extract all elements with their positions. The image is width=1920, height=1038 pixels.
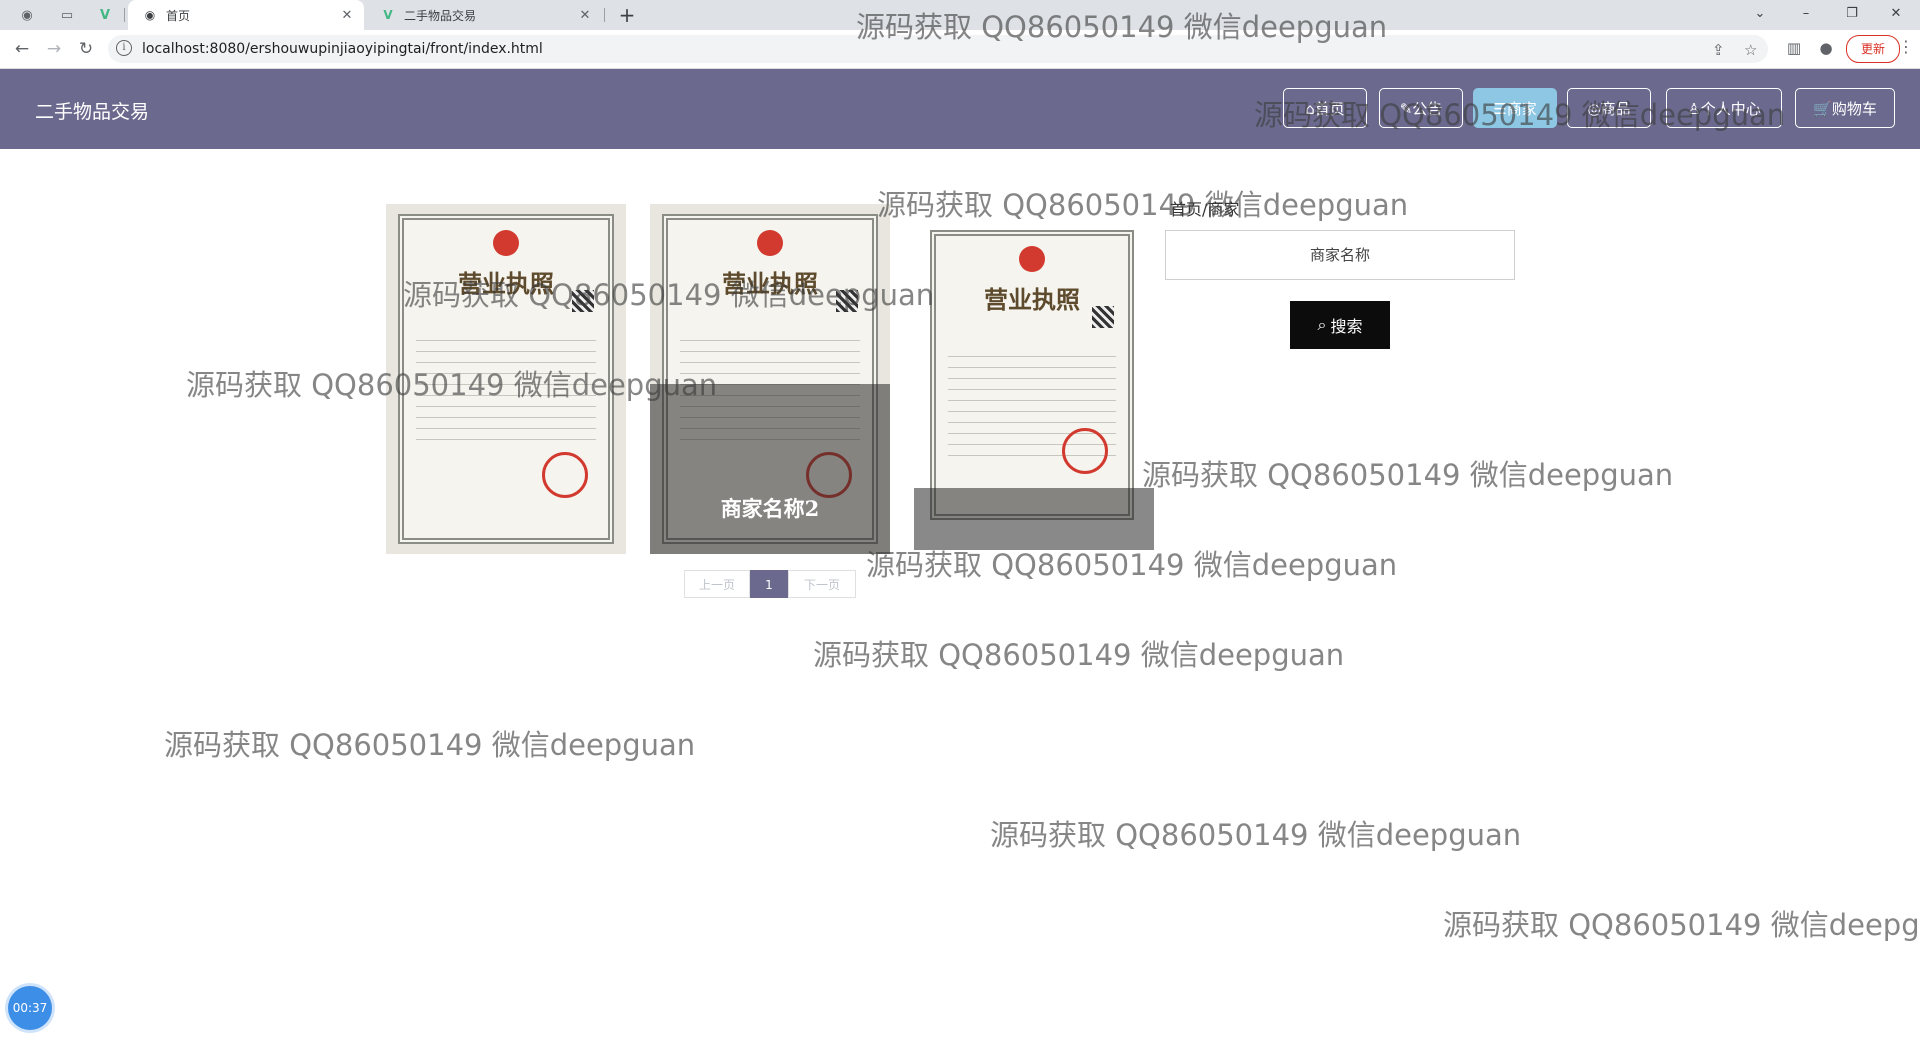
pinned-tab-vue-icon[interactable]: V	[94, 5, 116, 25]
official-seal-icon	[542, 452, 588, 498]
business-license-image: 营业执照	[930, 230, 1134, 520]
page-number-button[interactable]: 1	[750, 570, 788, 598]
nav-personal-center[interactable]: ♙个人中心	[1666, 88, 1782, 128]
merchant-card[interactable]: 营业执照	[914, 210, 1154, 550]
nav-cart-label: 购物车	[1831, 100, 1877, 118]
tab-home[interactable]: ◉ 首页 ✕	[128, 0, 364, 30]
merchant-name-search-input[interactable]	[1165, 230, 1515, 280]
nav-personal-label: 个人中心	[1700, 100, 1761, 118]
more-menu-icon[interactable]: ⋮	[1898, 37, 1914, 56]
national-emblem-icon	[1019, 246, 1045, 272]
tab-home-title: 首页	[166, 8, 191, 23]
national-emblem-icon	[757, 230, 783, 256]
reload-icon[interactable]: ↻	[74, 37, 98, 61]
next-page-button[interactable]: 下一页	[788, 570, 856, 598]
update-button[interactable]: 更新	[1846, 35, 1900, 63]
site-title: 二手物品交易	[35, 101, 150, 123]
nav-merchant-label: 商家	[1506, 100, 1537, 118]
nav-product[interactable]: ◎商品	[1567, 88, 1651, 128]
nav-product-label: 商品	[1600, 100, 1631, 118]
address-url[interactable]: localhost:8080/ershouwupinjiaoyipingtai/…	[142, 41, 543, 57]
site-info-icon[interactable]: i	[116, 40, 132, 56]
breadcrumb: 首页/商家	[1170, 200, 1240, 219]
browser-toolbar: ← → ↻ i localhost:8080/ershouwupinjiaoyi…	[0, 30, 1920, 69]
business-license-image: 营业执照	[398, 214, 614, 544]
minimize-icon[interactable]: –	[1786, 2, 1826, 26]
browser-app-icon[interactable]: ◉	[16, 5, 38, 25]
search-button-label: 搜索	[1330, 317, 1363, 336]
search-button[interactable]: ⌕ 搜索	[1290, 301, 1390, 349]
tab-second-hand-title: 二手物品交易	[404, 8, 477, 23]
bookmark-star-icon[interactable]: ☆	[1744, 41, 1757, 59]
merchant-name: 商家名称2	[720, 495, 820, 521]
watermark: 源码获取 QQ86050149 微信deepguan	[164, 728, 696, 762]
browser-tab-bar: ◉ ▭ V ◉ 首页 ✕ V 二手物品交易 ✕ + ⌄ – ❐ ✕	[0, 0, 1920, 30]
nav-notice[interactable]: ✎公告	[1379, 88, 1463, 128]
address-bar[interactable]: i localhost:8080/ershouwupinjiaoyipingta…	[108, 35, 1768, 63]
watermark: 源码获取 QQ86050149 微信deepguan	[1443, 908, 1920, 942]
recording-timer-badge[interactable]: 00:37	[8, 986, 52, 1030]
nav-home[interactable]: ⌂首页	[1283, 88, 1367, 128]
qr-code-icon	[836, 290, 858, 312]
forward-icon[interactable]: →	[42, 37, 66, 61]
close-icon[interactable]: ✕	[576, 8, 594, 23]
tab-second-hand[interactable]: V 二手物品交易 ✕	[366, 0, 602, 30]
nav-notice-label: 公告	[1412, 100, 1443, 118]
merchant-card[interactable]: 营业执照	[386, 204, 626, 554]
window-close-icon[interactable]: ✕	[1876, 2, 1916, 26]
tab-search-chevron-icon[interactable]: ⌄	[1740, 2, 1780, 26]
new-tab-icon[interactable]: +	[615, 3, 639, 27]
nav-home-label: 首页	[1314, 100, 1345, 118]
pinned-tab-blank-icon[interactable]: ▭	[56, 5, 78, 25]
merchant-caption-bar	[914, 488, 1154, 550]
side-panel-icon[interactable]: ▥	[1782, 36, 1806, 60]
close-icon[interactable]: ✕	[338, 8, 356, 23]
share-icon[interactable]: ⇪	[1712, 41, 1725, 59]
restore-icon[interactable]: ❐	[1832, 2, 1872, 26]
official-seal-icon	[1062, 428, 1108, 474]
merchant-card[interactable]: 营业执照 商家名称2	[650, 204, 890, 554]
pagination: 上一页 1 下一页	[684, 570, 856, 598]
qr-code-icon	[572, 290, 594, 312]
vue-icon: V	[383, 8, 393, 22]
watermark: 源码获取 QQ86050149 微信deepguan	[990, 818, 1522, 852]
watermark: 源码获取 QQ86050149 微信deepguan	[813, 638, 1345, 672]
nav-cart[interactable]: 🛒购物车	[1795, 88, 1895, 128]
profile-avatar-icon[interactable]: ●	[1814, 36, 1838, 60]
nav-merchant[interactable]: ☰商家	[1473, 88, 1557, 128]
watermark: 源码获取 QQ86050149 微信deepguan	[1142, 458, 1674, 492]
national-emblem-icon	[493, 230, 519, 256]
site-header: 二手物品交易 ⌂首页 ✎公告 ☰商家 ◎商品 ♙个人中心 🛒购物车	[0, 69, 1920, 149]
prev-page-button[interactable]: 上一页	[684, 570, 750, 598]
back-icon[interactable]: ←	[10, 37, 34, 61]
qr-code-icon	[1092, 306, 1114, 328]
globe-icon: ◉	[144, 8, 156, 22]
search-icon: ⌕	[1317, 315, 1327, 334]
